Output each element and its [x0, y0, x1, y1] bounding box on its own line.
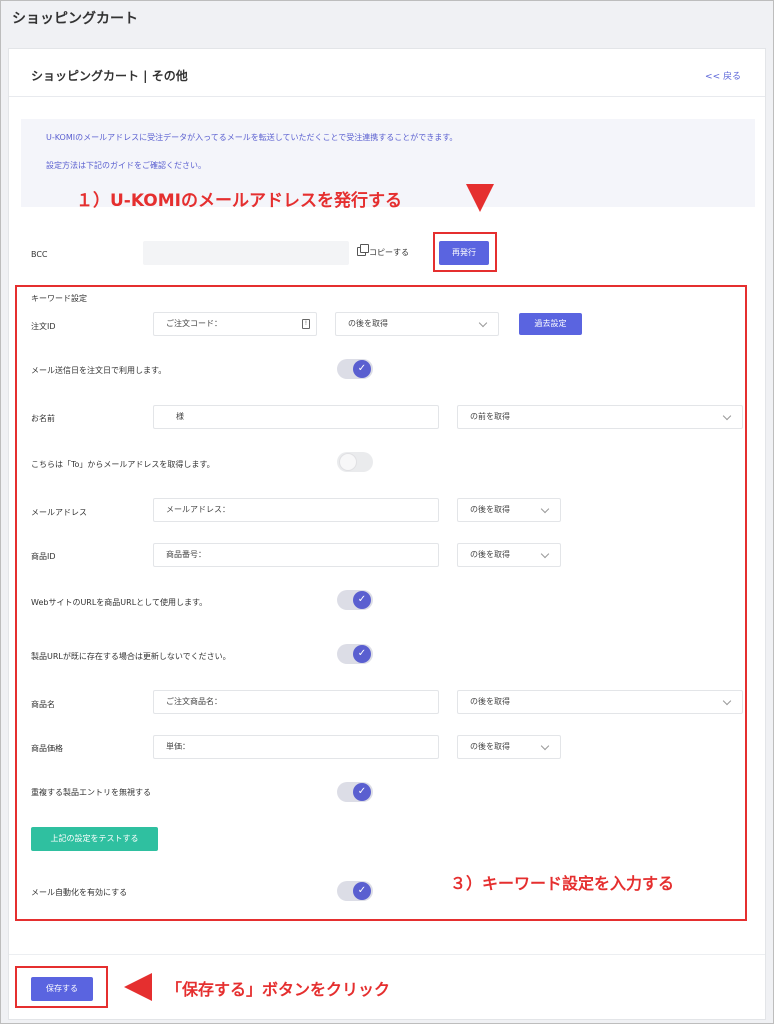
info-text-1: U-KOMIのメールアドレスに受注データが入ってるメールを転送していただくことで… [46, 133, 458, 142]
info-text-2: 設定方法は下記のガイドをご確認ください。 [46, 161, 206, 170]
card-title: ショッピングカート | その他 [31, 69, 188, 83]
annotation-box-reissue [433, 232, 497, 272]
page-title: ショッピングカート [12, 11, 138, 27]
bcc-label: BCC [31, 250, 48, 259]
annotation-box-save [15, 966, 108, 1008]
annotation-step1: １）U-KOMIのメールアドレスを発行する [76, 191, 402, 211]
copy-label: コピーする [369, 248, 409, 257]
copy-icon [357, 244, 369, 256]
back-link[interactable]: << 戻る [705, 69, 741, 82]
annotation-arrow-down [466, 184, 494, 212]
annotation-step3: ３）キーワード設定を入力する [450, 874, 675, 893]
copy-button[interactable]: コピーする [357, 244, 409, 258]
annotation-box-keywords [15, 285, 747, 921]
bcc-input[interactable] [143, 241, 349, 265]
annotation-arrow-left [124, 973, 152, 1001]
footer-divider [9, 954, 765, 955]
annotation-save-hint: 「保存する」ボタンをクリック [166, 980, 391, 999]
card-header: ショッピングカート | その他 << 戻る [9, 49, 765, 97]
